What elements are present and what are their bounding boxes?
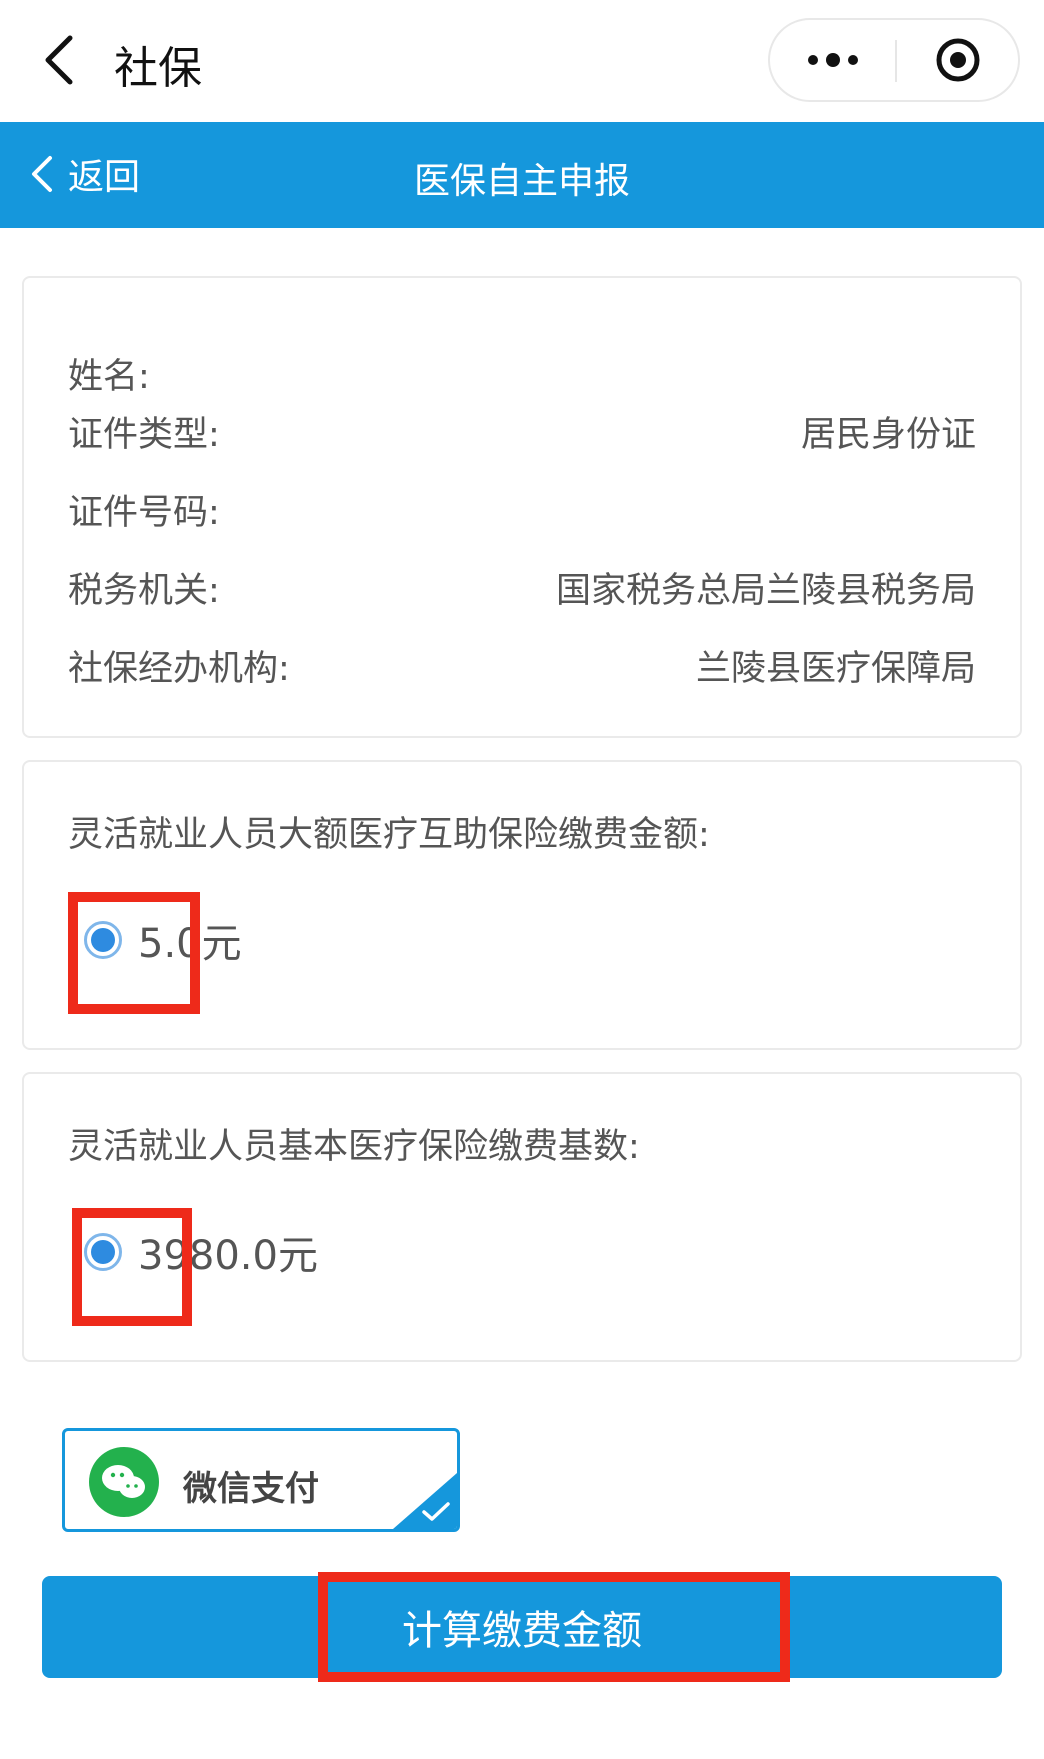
more-icon[interactable] xyxy=(770,20,896,100)
section-title: 灵活就业人员大额医疗互助保险缴费金额: xyxy=(68,815,710,855)
personal-info-card: 姓名: 证件类型: 居民身份证 证件号码: 税务机关: 国家税务总局兰陵县税务局… xyxy=(22,276,1022,738)
insurance-amount-card: 灵活就业人员大额医疗互助保险缴费金额: 5.0元 xyxy=(22,760,1022,1050)
amount-option-label: 5.0元 xyxy=(138,921,242,967)
info-row-id-type: 证件类型: 居民身份证 xyxy=(68,406,976,456)
radio-selected-dot xyxy=(91,1240,115,1264)
info-value: 兰陵县医疗保障局 xyxy=(695,649,976,689)
info-row-id-number: 证件号码: xyxy=(68,484,976,534)
info-label: 证件号码: xyxy=(68,493,220,533)
info-value: 国家税务总局兰陵县税务局 xyxy=(555,571,976,611)
capsule-menu xyxy=(768,18,1020,102)
radio-selected-dot xyxy=(91,928,115,952)
info-label: 证件类型: xyxy=(68,415,220,455)
base-option-label: 3980.0元 xyxy=(138,1233,318,1279)
info-row-tax-authority: 税务机关: 国家税务总局兰陵县税务局 xyxy=(68,562,976,612)
info-row-name: 姓名: xyxy=(68,348,976,398)
radio-button[interactable] xyxy=(84,921,122,959)
info-label: 社保经办机构: xyxy=(68,649,290,689)
calculate-amount-button[interactable]: 计算缴费金额 xyxy=(42,1576,1002,1678)
page-header: 返回 医保自主申报 xyxy=(0,122,1044,228)
wechat-pay-option[interactable]: 微信支付 xyxy=(62,1428,460,1532)
section-title: 灵活就业人员基本医疗保险缴费基数: xyxy=(68,1127,640,1167)
amount-radio-option[interactable]: 5.0元 xyxy=(84,910,242,970)
radio-button[interactable] xyxy=(84,1233,122,1271)
close-target-icon[interactable] xyxy=(896,20,1020,100)
info-label: 税务机关: xyxy=(68,571,220,611)
mini-program-topbar: 社保 xyxy=(0,0,1044,122)
base-radio-option[interactable]: 3980.0元 xyxy=(84,1222,318,1282)
app-title: 社保 xyxy=(114,43,202,94)
wechat-icon xyxy=(89,1447,159,1517)
back-chevron-icon[interactable] xyxy=(36,32,86,88)
page-title: 医保自主申报 xyxy=(413,161,630,202)
info-row-agency: 社保经办机构: 兰陵县医疗保障局 xyxy=(68,640,976,690)
payment-label: 微信支付 xyxy=(183,1469,319,1509)
checkmark-icon xyxy=(422,1502,450,1521)
info-label: 姓名: xyxy=(68,357,150,397)
info-value: 居民身份证 xyxy=(800,415,976,455)
insurance-base-card: 灵活就业人员基本医疗保险缴费基数: 3980.0元 xyxy=(22,1072,1022,1362)
